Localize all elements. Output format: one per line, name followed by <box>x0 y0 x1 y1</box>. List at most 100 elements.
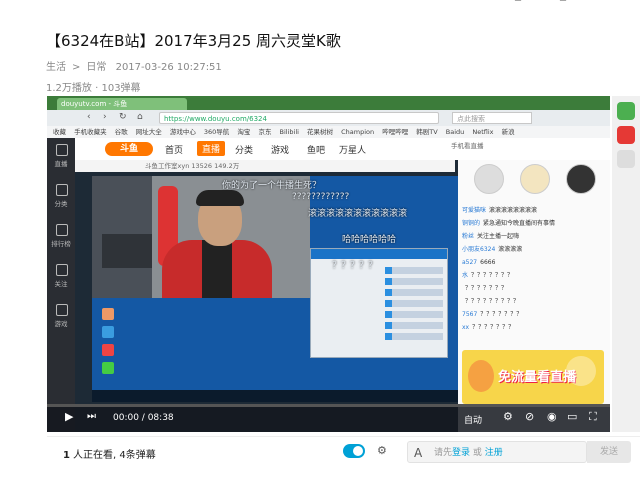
chat-user: 粉丝 <box>462 233 475 240</box>
douyu-nav-item: 首页 <box>165 146 184 156</box>
danmaku-line: ???????????? <box>292 192 350 202</box>
video-player[interactable]: douyutv.com - 斗鱼 ‹ › ↻ ⌂ https://www.dou… <box>47 96 610 432</box>
chat-user: 7567 <box>462 311 478 318</box>
next-icon[interactable]: ⏭ <box>87 411 96 422</box>
progress-track[interactable] <box>47 404 610 407</box>
promo-text: 免流量看直播 <box>498 370 577 385</box>
quality-select[interactable]: 自动 <box>464 413 482 426</box>
chat-text: ？？？？？？？？？ <box>465 298 520 305</box>
bookmark: 谷歌 <box>114 128 128 136</box>
subcategory-link[interactable]: 日常 <box>86 62 106 73</box>
bookmark: Bilibili <box>279 128 299 136</box>
viewer-text: 人正在看, 4条弹幕 <box>72 450 156 461</box>
bookmark: 韩剧TV <box>416 128 438 136</box>
chat-text: 6666 <box>480 259 496 266</box>
chat-user: xx <box>462 324 470 331</box>
avatar <box>520 164 550 194</box>
top-toolbar: ─ ─ <box>0 0 640 12</box>
chat-line: 水？？？？？？？ <box>458 269 604 282</box>
chat-text: 关注主播一起嗨 <box>477 233 520 240</box>
app-icon[interactable] <box>617 102 635 120</box>
inner-browser-toolbar: ‹ › ↻ ⌂ https://www.douyu.com/6324 点此搜索 <box>47 110 610 126</box>
chat-text: 滚滚滚滚 <box>498 246 523 253</box>
avatar <box>566 164 596 194</box>
share-icon[interactable]: ─ <box>515 0 521 7</box>
desktop-taskbar <box>92 390 458 402</box>
chat-user: a527 <box>462 259 478 266</box>
widescreen-icon[interactable]: ▭ <box>567 410 577 423</box>
danmaku-line: 哈哈哈哈哈哈 <box>342 235 397 245</box>
sidebar-label: 关注 <box>54 280 68 288</box>
chat-line: 铜铜的 紧急通知今晚直播间有事情 <box>458 217 604 230</box>
grid-icon <box>56 184 68 196</box>
rank-icon <box>56 224 68 236</box>
bookmark: Baidu <box>445 128 465 136</box>
viewer-info: 1 人正在看, 4条弹幕 <box>63 446 156 461</box>
chat-line: 7567？？？？？？？ <box>458 308 604 321</box>
chat-user: 水 <box>462 272 469 279</box>
danmaku-input[interactable]: A 请先登录 或 注册 <box>407 441 587 463</box>
chat-text: ？？？？？？？ <box>472 324 515 331</box>
chat-line: ？？？？？？？？？ <box>458 295 604 308</box>
chat-text: 紧急通知今晚直播间有事情 <box>483 220 556 227</box>
settings-icon[interactable]: ⚙ <box>503 410 513 423</box>
inner-search-box: 点此搜索 <box>452 112 532 124</box>
chat-user: 铜铜的 <box>462 220 481 227</box>
chat-line: 可爱猫咪 滚滚滚滚滚滚滚滚 <box>458 204 604 217</box>
time-display: 00:00 / 08:38 <box>113 413 174 423</box>
inner-address-bar: https://www.douyu.com/6324 <box>159 112 439 124</box>
douyu-sidebar: 直播 分类 排行榜 关注 游戏 <box>47 138 75 432</box>
danmaku-line: 你的为了一个牛播生死？ <box>222 181 322 191</box>
login-link[interactable]: 登录 <box>452 448 470 458</box>
chat-text: ？？？？？？？ <box>465 285 508 292</box>
bookmark: 网址大全 <box>135 128 162 136</box>
home-icon: ⌂ <box>137 112 143 122</box>
send-button[interactable]: 发送 <box>587 441 631 463</box>
douyu-mobile-label: 手机看直播 <box>451 142 484 150</box>
danmaku-line: 滚滚滚滚滚滚滚滚滚滚滚 <box>308 209 408 219</box>
inner-browser-tab: douyutv.com - 斗鱼 <box>57 98 187 110</box>
video-title: 【6324在B站】2017年3月25 周六灵堂K歌 <box>46 32 341 50</box>
time-sep: / <box>138 413 148 423</box>
bookmark: 京东 <box>258 128 272 136</box>
back-icon: ‹ <box>87 112 91 122</box>
danmaku-switch[interactable] <box>343 444 365 458</box>
bookmark: 淘宝 <box>237 128 251 136</box>
rank-avatars <box>458 160 610 204</box>
chat-text: ？？？？？？？ <box>471 272 514 279</box>
forward-icon: › <box>103 112 107 122</box>
app-icon[interactable] <box>617 126 635 144</box>
douyu-header: 斗鱼 首页 直播 分类 游戏 鱼吧 万星人 手机看直播 <box>75 138 610 160</box>
fullscreen-icon[interactable]: ⛶ <box>589 410 597 424</box>
font-style-icon[interactable]: A <box>414 442 422 464</box>
bookmark: 手机收藏夹 <box>74 128 107 136</box>
bookmark: 花果树树 <box>307 128 334 136</box>
more-icon[interactable]: ─ <box>560 0 566 7</box>
heart-icon <box>56 264 68 276</box>
douyu-nav-item: 鱼吧 <box>307 146 326 156</box>
chat-line: ？？？？？？？ <box>458 282 604 295</box>
danmaku-settings-icon[interactable]: ⚙ <box>377 444 391 458</box>
category-link[interactable]: 生活 <box>46 62 66 73</box>
bookmark: Champion <box>341 128 375 136</box>
replay-icon[interactable] <box>566 356 596 386</box>
app-icon[interactable] <box>617 150 635 168</box>
play-icon[interactable]: ▶ <box>65 410 73 423</box>
avatar <box>474 164 504 194</box>
video-stats: 1.2万播放 · 103弹幕 <box>46 79 141 94</box>
refresh-icon: ↻ <box>119 112 127 122</box>
mascot-icon <box>468 360 494 392</box>
chat-line: 小朋友6324 滚滚滚滚 <box>458 243 604 256</box>
register-link[interactable]: 注册 <box>485 448 503 458</box>
bookmark: 哔哩哔哩 <box>382 128 409 136</box>
bookmark: 360导航 <box>203 128 230 136</box>
publish-time: 2017-03-26 10:27:51 <box>115 62 222 73</box>
danmaku-toggle-icon[interactable]: ⊘ <box>525 410 534 423</box>
douyu-sidebar-item: 关注 <box>47 258 75 298</box>
volume-icon[interactable]: ◉ <box>547 410 557 423</box>
douyu-logo: 斗鱼 <box>105 142 153 156</box>
bookmark: Netflix <box>472 128 494 136</box>
play-count: 1.2万播放 <box>46 83 92 94</box>
gamepad-icon <box>56 304 68 316</box>
sidebar-label: 排行榜 <box>51 240 71 248</box>
